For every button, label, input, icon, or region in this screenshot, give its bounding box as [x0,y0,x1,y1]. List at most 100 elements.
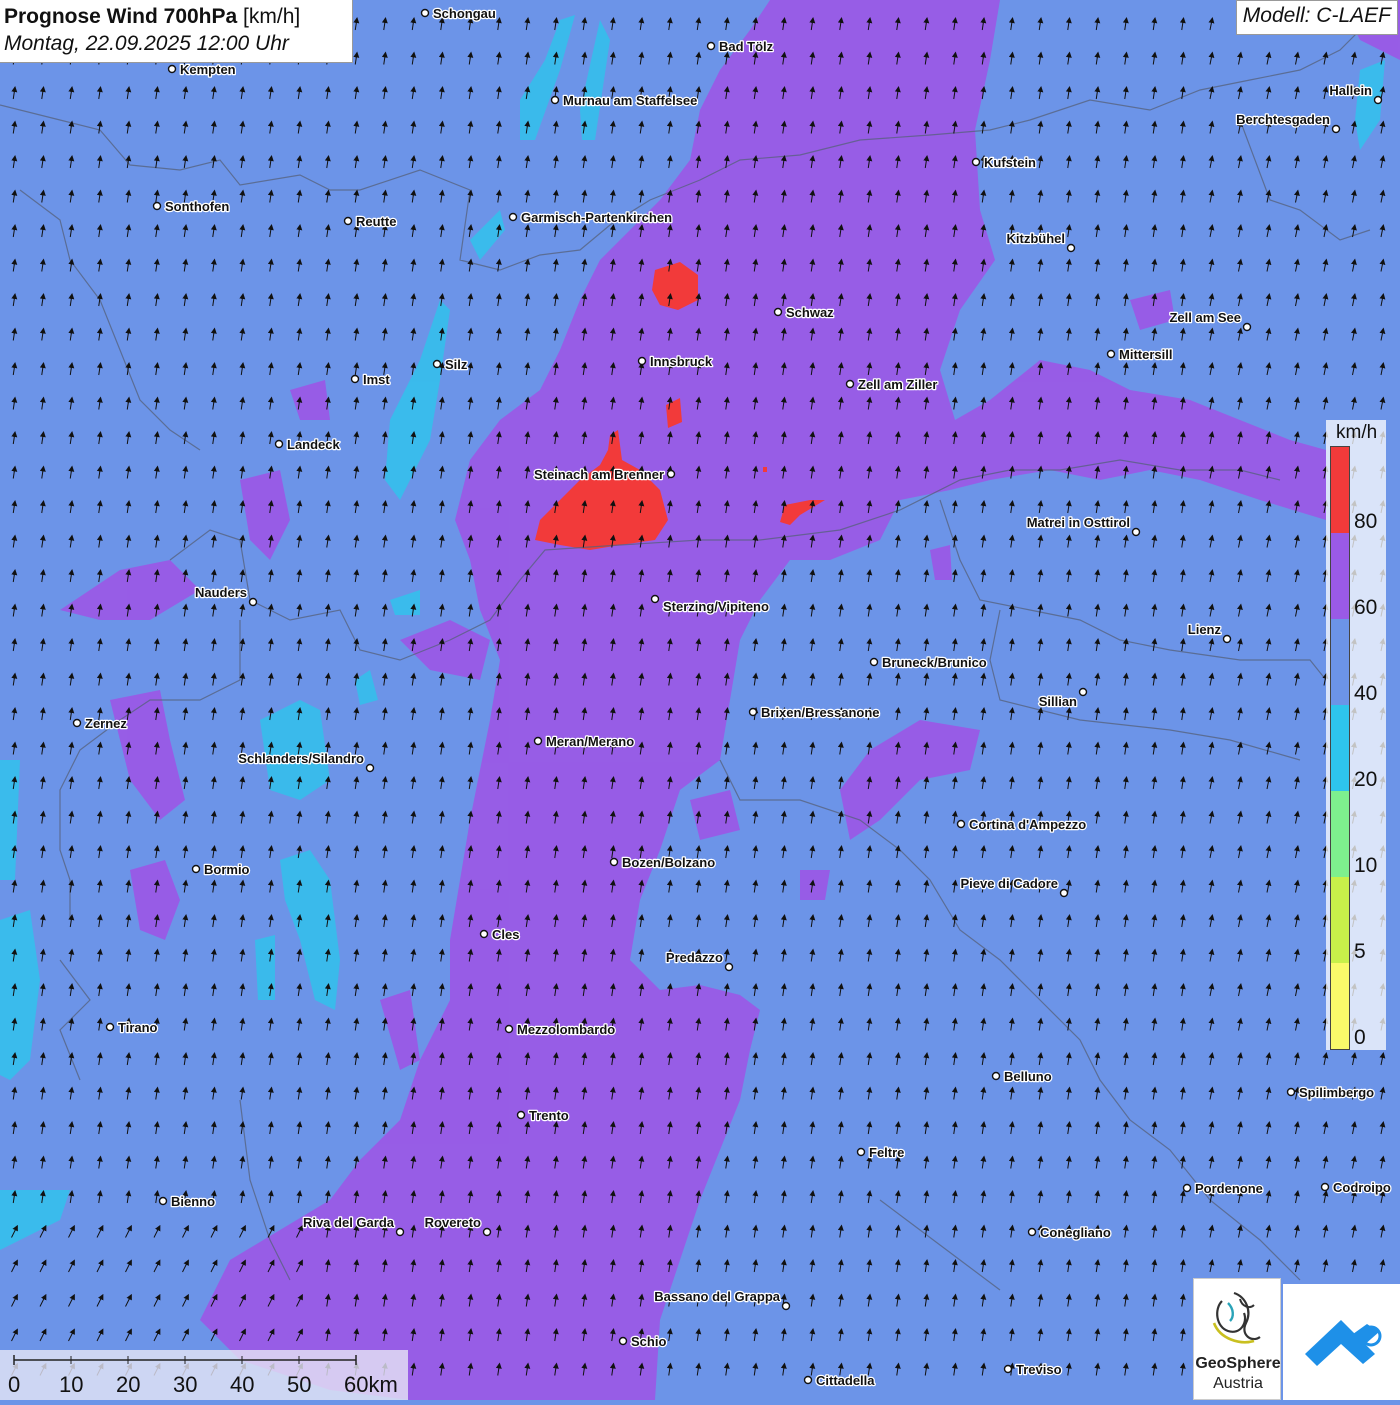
city-dot [1078,687,1088,697]
city-label: Predazzo [666,950,723,965]
city-dot [248,597,258,607]
city-label: Steinach am Brenner [534,467,664,482]
city-dot [748,707,758,717]
city-dot [395,1227,405,1237]
wind-map: Schongau Bad Tölz Kempten Murnau am Staffel… [0,0,1400,1400]
city-label: Bienno [171,1194,215,1209]
geosphere-swirl-icon [1212,1291,1261,1344]
legend-tick-label: 5 [1354,940,1366,963]
city-label: Conegliano [1040,1225,1111,1240]
city-dot [845,379,855,389]
city-label: Pordenone [1195,1181,1263,1196]
legend-tick-label: 60 [1354,596,1378,619]
city-label: Sterzing/Vipiteno [663,599,769,614]
city-dot [504,1024,514,1034]
city-label: Bruneck/Brunico [882,655,987,670]
city-dot [1027,1227,1037,1237]
city-label: Hallein [1329,83,1372,98]
legend-swatch [1331,877,1349,963]
cloud-arrow-icon [1305,1320,1382,1366]
city-dot [550,95,560,105]
city-dot [274,439,284,449]
city-label: Brixen/Bressanone [761,705,880,720]
city-label: Tirano [118,1020,158,1035]
city-marker: Bruneck/Brunico [869,654,988,671]
city-marker: Brixen/Bressanone [748,704,881,721]
city-label: Landeck [287,437,341,452]
city-label: Belluno [1004,1069,1052,1084]
city-label: Bassano del Grappa [654,1289,780,1304]
city-dot [432,359,442,369]
city-label: Treviso [1016,1362,1062,1377]
city-dot [1222,634,1232,644]
city-marker: Bozen/Bolzano [609,854,716,871]
city-marker: Meran/Merano [533,733,635,750]
city-marker: Mezzolombardo [504,1021,617,1038]
city-dot [350,374,360,384]
city-label: Bormio [204,862,250,877]
city-dot [1131,527,1141,537]
city-label: Schlanders/Silandro [238,751,364,766]
city-marker: Zell am Ziller [845,376,939,393]
city-label: Nauders [195,585,247,600]
city-label: Zell am Ziller [858,377,937,392]
city-dot [666,469,676,479]
city-marker: Murnau am Staffelsee [550,92,699,109]
city-dot [482,1227,492,1237]
legend-tick-label: 0 [1354,1026,1366,1049]
city-label: Kufstein [984,155,1036,170]
city-label: Bozen/Bolzano [622,855,715,870]
legend-swatch [1331,705,1349,791]
city-label: Imst [363,372,390,387]
city-dot [1059,888,1069,898]
legend-swatch [1331,619,1349,705]
city-dot [1331,124,1341,134]
city-label: Mittersill [1119,347,1172,362]
legend-tick-label: 80 [1354,510,1378,533]
city-dot [724,962,734,972]
city-label: Matrei in Osttirol [1027,515,1130,530]
city-label: Kempten [180,62,236,77]
city-marker: Pordenone [1182,1180,1264,1197]
geosphere-name: GeoSphere [1195,1355,1281,1372]
city-dot [479,929,489,939]
geosphere-logo: GeoSphere Austria [1193,1278,1281,1400]
city-label: Silz [445,357,468,372]
city-label: Trento [529,1108,569,1123]
city-label: Feltre [869,1145,904,1160]
city-label: Mezzolombardo [517,1022,615,1037]
city-dot [105,1022,115,1032]
city-label: Pieve di Cadore [960,876,1058,891]
city-label: Cles [492,927,519,942]
city-label: Codroipo [1333,1180,1391,1195]
city-label: Innsbruck [650,354,713,369]
title-unit: [km/h] [243,5,301,28]
city-marker: Spilimbergo [1286,1084,1375,1101]
legend-tick-label: 40 [1354,682,1378,705]
scale-label: 20 [116,1372,141,1397]
city-dot [956,819,966,829]
title-bold: Prognose Wind 700hPa [4,5,238,28]
city-label: Garmisch-Partenkirchen [521,210,672,225]
legend-swatch [1331,963,1349,1049]
legend-color-bar [1330,446,1350,1050]
city-label: Kitzbühel [1007,231,1066,246]
weather-app-logo [1283,1284,1400,1400]
city-dot [420,8,430,18]
city-dot [152,201,162,211]
city-label: Schwaz [786,305,834,320]
city-dot [158,1196,168,1206]
scale-label: 50 [287,1372,312,1397]
city-marker: Sonthofen [152,198,231,215]
city-dot [1003,1364,1013,1374]
city-dot [508,212,518,222]
city-marker: Conegliano [1027,1224,1112,1241]
legend-tick-label: 10 [1354,854,1378,877]
city-label: Lienz [1188,622,1222,637]
city-dot [781,1301,791,1311]
scale-label: 10 [59,1372,84,1397]
legend-swatch [1331,533,1349,619]
city-marker: Innsbruck [637,353,714,370]
city-label: Zell am See [1169,310,1241,325]
city-label: Reutte [356,214,396,229]
